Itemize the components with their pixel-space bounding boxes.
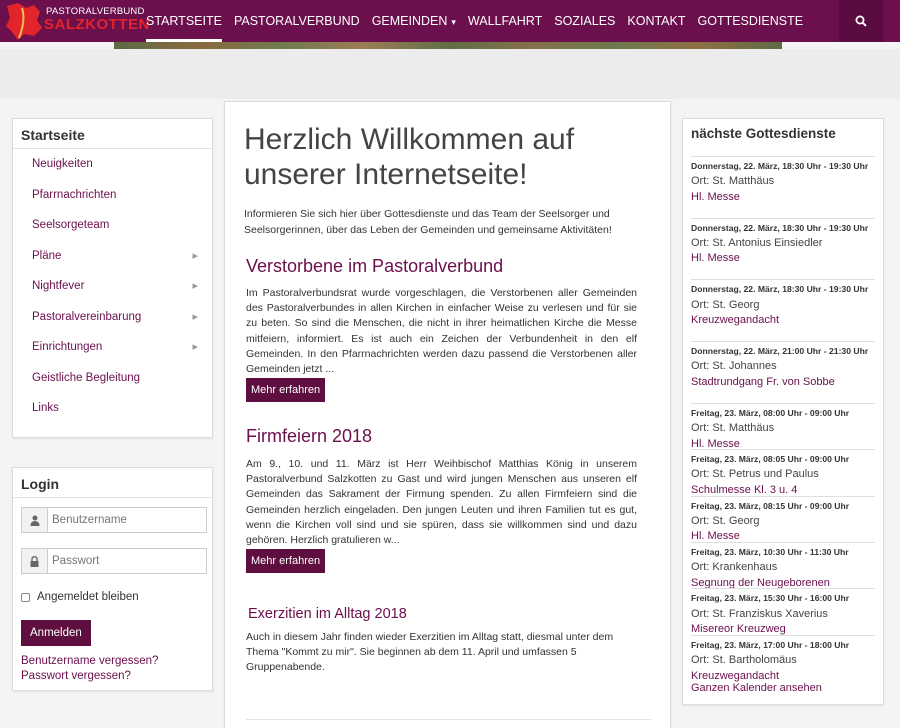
service-date: Freitag, 23. März, 15:30 Uhr - 16:00 Uhr <box>691 593 850 604</box>
logo-text-bottom: SALZKOTTEN <box>44 16 150 33</box>
service-event: Freitag, 23. März, 08:15 Uhr - 09:00 Uhr… <box>691 495 875 542</box>
article-text: Auch in diesem Jahr finden wieder Exerzi… <box>246 631 614 674</box>
nav-gemeinden[interactable]: GEMEINDEN ▾ <box>372 0 456 42</box>
service-date: Freitag, 23. März, 17:00 Uhr - 18:00 Uhr <box>691 639 850 650</box>
main-content: Herzlich Willkommen auf unserer Internet… <box>224 101 671 728</box>
service-type-link[interactable]: Kreuzwegandacht <box>691 313 875 329</box>
login-button[interactable]: Anmelden <box>21 620 91 646</box>
service-event: Freitag, 23. März, 15:30 Uhr - 16:00 Uhr… <box>691 588 875 635</box>
service-location: Ort: St. Johannes <box>691 360 777 373</box>
sidebar-title: Startseite <box>13 119 212 149</box>
nav-startseite[interactable]: STARTSEITE <box>146 0 222 42</box>
chevron-right-icon: ▸ <box>192 249 198 262</box>
username-field[interactable] <box>21 507 207 533</box>
service-event: Freitag, 23. März, 08:05 Uhr - 09:00 Uhr… <box>691 449 875 496</box>
service-location: Ort: St. Bartholomäus <box>691 654 797 666</box>
sidebar-item-pfarrnachrichten[interactable]: Pfarrnachrichten <box>13 180 212 211</box>
service-event: Donnerstag, 22. März, 18:30 Uhr - 19:30 … <box>691 217 875 280</box>
user-icon <box>22 508 48 532</box>
nav-pastoralverbund[interactable]: PASTORALVERBUND <box>234 0 360 42</box>
service-date: Freitag, 23. März, 08:15 Uhr - 09:00 Uhr <box>691 500 850 511</box>
service-event: Donnerstag, 22. März, 21:00 Uhr - 21:30 … <box>691 341 875 403</box>
header-band <box>0 49 900 99</box>
service-date: Freitag, 23. März, 08:00 Uhr - 09:00 Uhr <box>691 407 850 418</box>
service-event: Freitag, 23. März, 08:00 Uhr - 09:00 Uhr… <box>691 402 875 450</box>
service-event: Donnerstag, 22. März, 18:30 Uhr - 19:30 … <box>691 279 875 341</box>
article-text: Am 9., 10. und 11. März ist Herr Weihbis… <box>246 458 637 547</box>
service-date: Donnerstag, 22. März, 18:30 Uhr - 19:30 … <box>691 161 869 171</box>
nav-gottesdienste[interactable]: GOTTESDIENSTE <box>698 0 804 42</box>
service-location: Ort: St. Franziskus Xaverius <box>691 607 828 620</box>
sidebar-item-neuigkeiten[interactable]: Neuigkeiten <box>13 149 212 180</box>
main-nav: STARTSEITE PASTORALVERBUND GEMEINDEN ▾ WA… <box>146 0 815 42</box>
remember-label: Angemeldet bleiben <box>37 591 139 603</box>
remember-checkbox[interactable] <box>21 592 30 602</box>
password-field[interactable] <box>21 548 207 574</box>
service-date: Donnerstag, 22. März, 18:30 Uhr - 19:30 … <box>691 222 869 233</box>
sidebar-item-geistliche-begleitung[interactable]: Geistliche Begleitung <box>13 363 212 394</box>
service-date: Donnerstag, 22. März, 21:00 Uhr - 21:30 … <box>691 346 869 357</box>
service-event: Donnerstag, 22. März, 18:30 Uhr - 19:30 … <box>691 156 875 218</box>
intro-text: Informieren Sie sich hier über Gottesdie… <box>244 208 612 236</box>
read-more-button[interactable]: Mehr erfahren <box>246 549 326 573</box>
top-navbar: PASTORALVERBUND SALZKOTTEN STARTSEITE PA… <box>0 0 900 42</box>
article-text: Im Pastoralverbundsrat wurde vorgeschlag… <box>246 287 637 376</box>
service-location: Ort: Krankenhaus <box>691 561 778 574</box>
service-type-link[interactable]: Stadtrundgang Fr. von Sobbe <box>691 375 875 391</box>
sidebar-item-seelsorgeteam[interactable]: Seelsorgeteam <box>13 210 212 241</box>
service-location: Ort: St. Matthäus <box>691 422 775 435</box>
service-date: Freitag, 23. März, 10:30 Uhr - 11:30 Uhr <box>691 546 849 557</box>
search-icon <box>855 15 867 27</box>
chevron-right-icon: ▸ <box>192 310 198 323</box>
login-title: Login <box>13 468 212 498</box>
forgot-password-link[interactable]: Passwort vergessen? <box>21 670 131 682</box>
nav-soziales[interactable]: SOZIALES <box>554 0 615 42</box>
service-location: Ort: St. Petrus und Paulus <box>691 468 819 481</box>
service-event: Freitag, 23. März, 17:00 Uhr - 18:00 Uhr… <box>691 634 875 682</box>
read-more-button[interactable]: Mehr erfahren <box>246 378 326 402</box>
article-title[interactable]: Verstorbene im Pastoralverbund <box>246 256 503 277</box>
chevron-right-icon: ▸ <box>192 280 198 292</box>
service-location: Ort: St. Matthäus <box>691 175 775 188</box>
service-date: Freitag, 23. März, 08:05 Uhr - 09:00 Uhr <box>691 454 850 465</box>
password-input[interactable] <box>52 552 202 570</box>
service-location: Ort: St. Georg <box>691 514 760 527</box>
site-logo[interactable]: PASTORALVERBUND SALZKOTTEN <box>4 0 149 42</box>
sidebar-item-pastoralvereinbarung[interactable]: Pastoralvereinbarung ▸ <box>13 302 212 333</box>
search-button[interactable] <box>839 0 883 42</box>
sidebar-item-einrichtungen[interactable]: Einrichtungen ▸ <box>13 332 212 363</box>
remember-me[interactable]: Angemeldet bleiben <box>21 591 139 603</box>
sidebar-item-nightfever[interactable]: Nightfever ▸ <box>13 271 212 302</box>
services-panel: nächste Gottesdienste Donnerstag, 22. Mä… <box>682 118 884 705</box>
caret-down-icon: ▾ <box>451 17 456 27</box>
service-type-link[interactable]: Hl. Messe <box>691 251 875 267</box>
login-panel: Login Angemeldet bleiben Anmelden Benutz… <box>12 467 213 691</box>
forgot-username-link[interactable]: Benutzername vergessen? <box>21 655 158 667</box>
sidebar-item-links[interactable]: Links <box>13 393 212 424</box>
username-input[interactable] <box>52 511 202 529</box>
article-title[interactable]: Exerzitien im Alltag 2018 <box>248 606 407 622</box>
service-type-link[interactable]: Hl. Messe <box>691 190 875 206</box>
service-event: Freitag, 23. März, 10:30 Uhr - 11:30 Uhr… <box>691 541 875 589</box>
page-title: Herzlich Willkommen auf unserer Internet… <box>244 123 575 191</box>
nav-wallfahrt[interactable]: WALLFAHRT <box>468 0 542 42</box>
sidebar-menu: Startseite Neuigkeiten Pfarrnachrichten … <box>12 118 213 438</box>
article-title[interactable]: Firmfeiern 2018 <box>246 426 372 447</box>
lock-icon <box>22 549 48 573</box>
service-location: Ort: St. Georg <box>691 298 760 311</box>
service-date: Donnerstag, 22. März, 18:30 Uhr - 19:30 … <box>691 284 869 295</box>
services-title: nächste Gottesdienste <box>691 126 836 141</box>
header-banner-image <box>114 42 782 49</box>
nav-kontakt[interactable]: KONTAKT <box>627 0 685 42</box>
chevron-right-icon: ▸ <box>192 341 198 353</box>
service-location: Ort: St. Antonius Einsiedler <box>691 236 823 249</box>
sidebar-item-plaene[interactable]: Pläne ▸ <box>13 241 212 272</box>
divider <box>246 719 651 720</box>
service-type-link[interactable]: Kreuzwegandacht <box>691 669 875 685</box>
